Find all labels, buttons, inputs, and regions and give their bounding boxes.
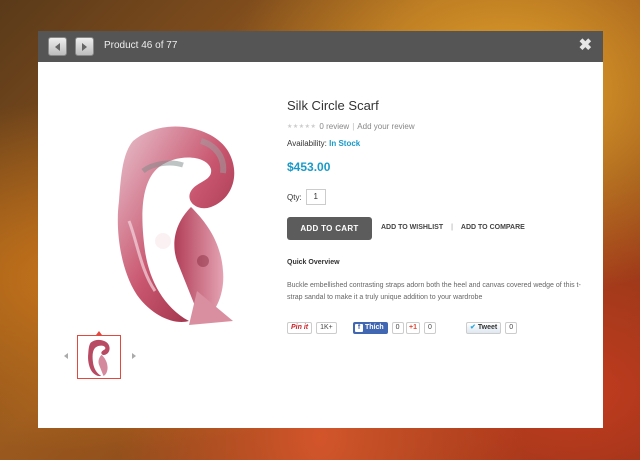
twitter-bird-icon: ✔ [470, 323, 476, 331]
divider: | [352, 122, 355, 131]
review-count-link[interactable]: 0 review [319, 122, 349, 131]
pinterest-count: 1K+ [316, 321, 337, 334]
close-icon[interactable]: ✖ [579, 35, 592, 55]
stock-status: In Stock [329, 139, 361, 148]
add-to-cart-button[interactable]: ADD TO CART [287, 217, 372, 240]
product-price: $453.00 [287, 160, 331, 174]
facebook-share: f Thích 0 [353, 321, 404, 334]
next-product-button[interactable] [75, 37, 94, 56]
pinterest-button[interactable]: Pin it [287, 321, 313, 334]
facebook-icon: f [355, 323, 363, 332]
quantity-row: Qty: 1 [287, 189, 326, 205]
twitter-share: ✔ Tweet 0 [466, 321, 518, 334]
thumbnail-scarf-image [88, 339, 110, 377]
thumbnail-next-icon[interactable] [132, 353, 136, 359]
add-to-compare-link[interactable]: ADD TO COMPARE [461, 224, 525, 231]
tweet-label: Tweet [477, 323, 498, 331]
product-thumbnail[interactable] [77, 335, 121, 379]
availability-label: Availability: [287, 139, 327, 148]
gplus-button[interactable]: +1 [406, 321, 420, 334]
gplus-share: +1 0 [406, 321, 436, 334]
facebook-label: Thích [365, 323, 384, 331]
tweet-button[interactable]: ✔ Tweet [466, 321, 502, 334]
twitter-count: 0 [505, 321, 518, 334]
product-title: Silk Circle Scarf [287, 98, 379, 113]
rating-row: ★★★★★ 0 review | Add your review [287, 122, 415, 131]
qty-label: Qty: [287, 192, 302, 202]
quick-overview-text: Buckle embellished contrasting straps ad… [287, 282, 581, 301]
chevron-right-icon [82, 42, 87, 51]
facebook-like-button[interactable]: f Thích [353, 321, 388, 334]
product-counter: Product 46 of 77 [104, 40, 178, 51]
quantity-input[interactable]: 1 [305, 189, 326, 205]
availability: Availability: In Stock [287, 139, 360, 148]
chevron-left-icon [55, 42, 60, 51]
quick-view-modal: Product 46 of 77 ✖ Silk Circle Scarf ★★★… [38, 31, 603, 428]
add-review-link[interactable]: Add your review [357, 122, 414, 131]
previous-product-button[interactable] [48, 37, 67, 56]
facebook-count: 0 [391, 321, 404, 334]
gplus-count: 0 [423, 321, 436, 334]
scarf-image [117, 126, 235, 325]
modal-header: Product 46 of 77 ✖ [38, 31, 603, 62]
thumbnail-prev-icon[interactable] [64, 353, 68, 359]
star-rating-icon: ★★★★★ [287, 124, 317, 130]
product-actions: ADD TO WISHLIST | ADD TO COMPARE [381, 224, 525, 231]
pinterest-share: Pin it 1K+ [287, 321, 337, 334]
add-to-wishlist-link[interactable]: ADD TO WISHLIST [381, 224, 443, 231]
divider: | [451, 224, 453, 231]
product-image [93, 111, 261, 327]
quick-overview-title: Quick Overview [287, 259, 340, 266]
